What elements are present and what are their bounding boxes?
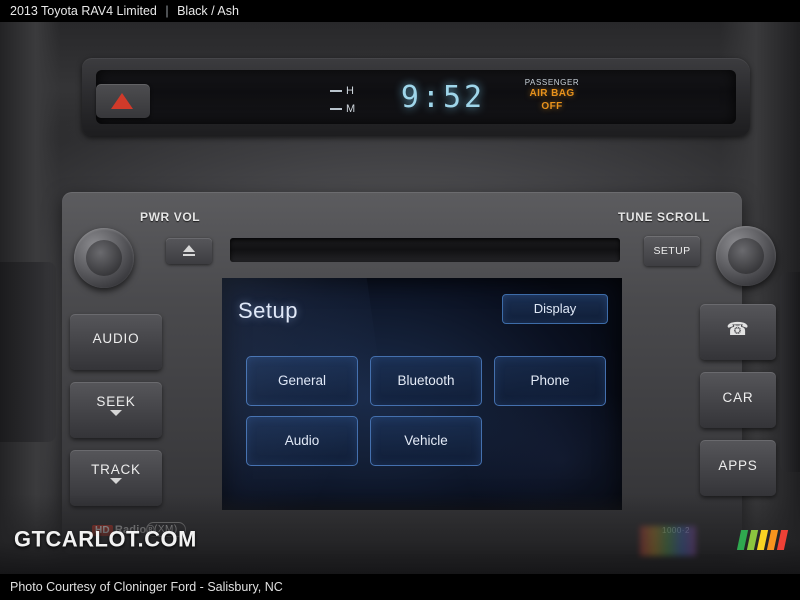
infotainment-touchscreen[interactable]: Setup Display General Bluetooth Phone Au…	[222, 278, 622, 510]
tune-scroll-knob[interactable]	[716, 226, 776, 286]
hazard-triangle-icon	[111, 93, 133, 109]
screen-title: Setup	[238, 298, 298, 323]
pwr-vol-label: PWR VOL	[140, 210, 201, 224]
phone-button[interactable]: ☎	[700, 304, 776, 360]
left-air-vent	[0, 262, 56, 442]
apps-button[interactable]: APPS	[700, 440, 776, 496]
temp-high-tick	[330, 90, 342, 92]
vehicle-title: 2013 Toyota RAV4 Limited	[10, 4, 157, 18]
photo-caption-bar: Photo Courtesy of Cloninger Ford - Salis…	[0, 574, 800, 600]
digital-clock: 9:52	[400, 80, 486, 115]
temp-mid-tick	[330, 108, 342, 110]
setup-tile-phone[interactable]: Phone	[494, 356, 606, 406]
eject-icon-bar	[183, 254, 195, 256]
car-button[interactable]: CAR	[700, 372, 776, 428]
setup-tile-general[interactable]: General	[246, 356, 358, 406]
temp-mid-label: M	[346, 103, 356, 115]
phone-icon: ☎	[726, 319, 750, 339]
track-button-label: TRACK	[91, 462, 141, 477]
watermark-text: GTCARLOT.COM	[14, 528, 197, 553]
site-watermark: GTCARLOT.COM	[14, 528, 196, 552]
setup-tile-audio[interactable]: Audio	[246, 416, 358, 466]
eject-icon	[183, 245, 195, 252]
car-button-label: CAR	[722, 390, 754, 405]
tune-scroll-label: TUNE SCROLL	[618, 210, 710, 224]
temp-gauge-marks: H M	[330, 82, 360, 122]
chevron-down-icon	[110, 410, 122, 416]
airbag-line-2: OFF	[541, 100, 563, 112]
seek-button-label: SEEK	[96, 394, 136, 409]
vehicle-photo: H M 9:52 PASSENGER AIR BAG OFF PWR VOL T…	[0, 22, 800, 574]
right-air-vent	[780, 272, 800, 472]
audio-button[interactable]: AUDIO	[70, 314, 162, 370]
audio-button-label: AUDIO	[92, 331, 140, 346]
setup-hard-button[interactable]: SETUP	[644, 236, 700, 266]
passenger-airbag-indicator: PASSENGER AIR BAG OFF	[506, 78, 598, 113]
seek-button[interactable]: SEEK	[70, 382, 162, 438]
hazard-light-button[interactable]	[96, 84, 150, 118]
screenshot-root: 2013 Toyota RAV4 Limited | Black / Ash H…	[0, 0, 800, 600]
lens-flare	[640, 526, 696, 556]
chevron-down-icon	[110, 478, 122, 484]
cd-slot	[230, 238, 620, 262]
setup-tile-vehicle[interactable]: Vehicle	[370, 416, 482, 466]
vehicle-title-bar: 2013 Toyota RAV4 Limited | Black / Ash	[0, 0, 800, 22]
eject-button[interactable]	[166, 238, 212, 264]
vehicle-colors: Black / Ash	[177, 4, 239, 18]
passenger-label: PASSENGER	[524, 78, 580, 87]
airbag-line-1: AIR BAG	[529, 88, 575, 99]
power-volume-knob[interactable]	[74, 228, 134, 288]
apps-button-label: APPS	[718, 458, 758, 473]
color-bars-logo	[736, 530, 789, 550]
title-separator: |	[165, 4, 169, 18]
setup-tile-bluetooth[interactable]: Bluetooth	[370, 356, 482, 406]
temp-high-label: H	[346, 85, 354, 97]
display-button[interactable]: Display	[502, 294, 608, 324]
photo-caption: Photo Courtesy of Cloninger Ford - Salis…	[10, 580, 283, 594]
